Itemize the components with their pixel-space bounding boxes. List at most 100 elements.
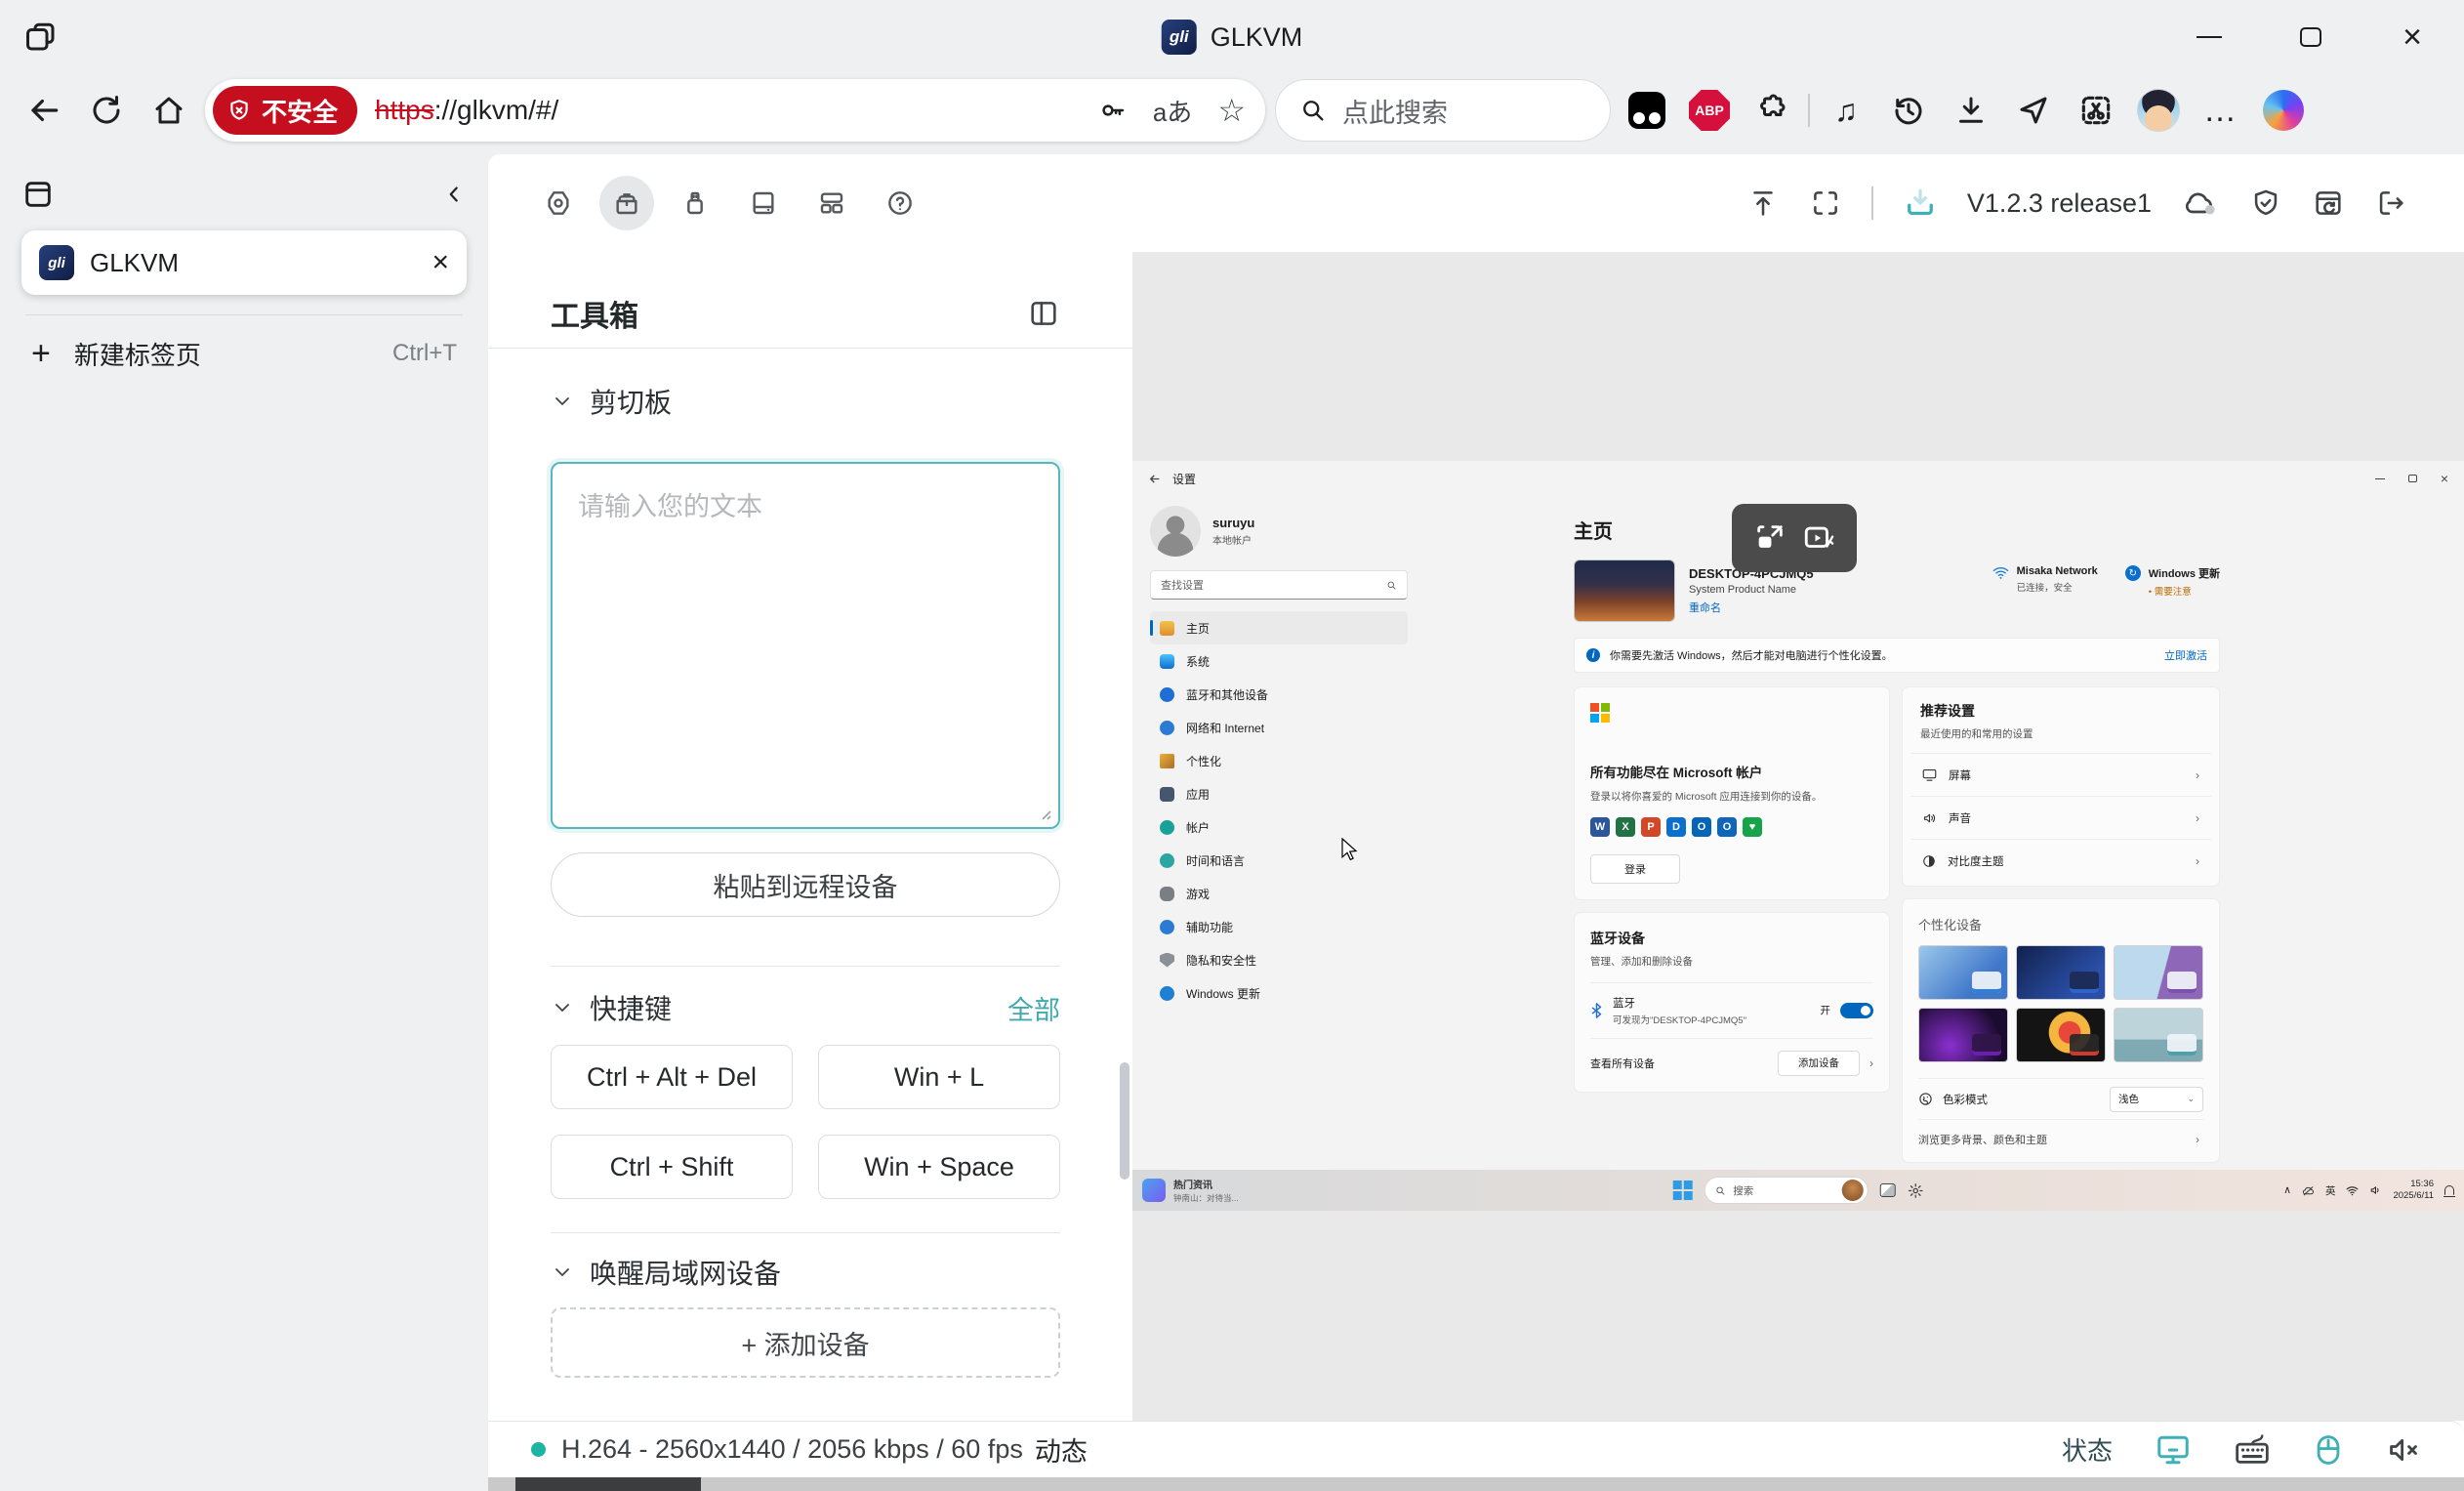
refresh-button[interactable] xyxy=(80,84,133,137)
color-mode-select[interactable]: 浅色 ⌄ xyxy=(2110,1087,2203,1112)
favorite-star-icon[interactable]: ☆ xyxy=(1217,92,1246,129)
panel-scrollbar[interactable] xyxy=(1120,1062,1129,1180)
settings-nav-personalization[interactable]: 个性化 xyxy=(1150,744,1408,777)
settings-nav-network[interactable]: 网络和 Internet xyxy=(1150,711,1408,744)
new-tab-button[interactable]: + 新建标签页 Ctrl+T xyxy=(21,323,467,384)
chevron-down-icon[interactable] xyxy=(551,996,574,1019)
wol-title[interactable]: 唤醒局域网设备 xyxy=(590,1253,781,1292)
settings-minimize-icon[interactable] xyxy=(2375,478,2385,479)
bluetooth-toggle[interactable] xyxy=(1840,1003,1873,1018)
shortcuts-title[interactable]: 快捷键 xyxy=(590,988,672,1027)
stream-mode[interactable]: 动态 xyxy=(1035,1430,1088,1469)
tab-panel-icon[interactable] xyxy=(21,178,55,211)
theme-thumb-landscape[interactable] xyxy=(2114,1008,2203,1062)
firmware-download-icon[interactable] xyxy=(1903,186,1938,221)
history-icon[interactable] xyxy=(1882,84,1935,137)
device-reboot-icon[interactable] xyxy=(2312,186,2345,220)
kvm-floating-overlay[interactable] xyxy=(1732,504,1857,572)
back-button[interactable] xyxy=(18,84,70,137)
browse-themes-row[interactable]: 浏览更多背景、颜色和主题 › xyxy=(1918,1119,2203,1158)
fullscreen-icon[interactable] xyxy=(1809,186,1842,220)
mouse-status-icon[interactable] xyxy=(2314,1433,2343,1467)
rename-link[interactable]: 重命名 xyxy=(1689,600,1814,615)
taskbar-tray[interactable]: ∧ 英 15:36 2025/6/11 xyxy=(2283,1179,2464,1202)
shortcut-ctrl-shift[interactable]: Ctrl + Shift xyxy=(551,1135,793,1199)
settings-close-icon[interactable]: × xyxy=(2441,471,2448,486)
theme-thumb-flowers[interactable] xyxy=(2114,945,2203,1000)
translate-icon[interactable]: aあ xyxy=(1153,93,1192,129)
paste-to-remote-button[interactable]: 粘贴到远程设备 xyxy=(551,852,1060,917)
clipboard-textarea[interactable]: 请输入您的文本 xyxy=(551,462,1060,829)
video-record-icon[interactable] xyxy=(1802,521,1835,555)
more-menu-icon[interactable]: … xyxy=(2195,84,2247,137)
audio-muted-icon[interactable] xyxy=(2386,1433,2421,1467)
quick-search-box[interactable]: 点此搜索 xyxy=(1275,79,1611,142)
account-row[interactable]: suruyu 本地帐户 xyxy=(1150,506,1408,557)
disk-image-icon[interactable] xyxy=(736,176,791,230)
settings-nav-accessibility[interactable]: 辅助功能 xyxy=(1150,910,1408,943)
taskbar-widget[interactable]: 热门资讯 钟南山：对待当... xyxy=(1132,1177,1239,1204)
clipboard-title[interactable]: 剪切板 xyxy=(590,382,672,421)
add-device-button[interactable]: + 添加设备 xyxy=(551,1307,1060,1378)
remote-video-frame[interactable]: 设置 × xyxy=(1132,461,2464,1211)
settings-back-icon[interactable] xyxy=(1148,473,1161,485)
settings-maximize-icon[interactable] xyxy=(2408,475,2417,482)
tab-glkvm[interactable]: gli GLKVM × xyxy=(21,230,467,295)
settings-nav-bluetooth[interactable]: 蓝牙和其他设备 xyxy=(1150,678,1408,711)
recommended-contrast-row[interactable]: 对比度主题› xyxy=(1910,839,2211,882)
start-button[interactable] xyxy=(1673,1180,1693,1200)
downloads-icon[interactable] xyxy=(1945,84,1997,137)
settings-nav-apps[interactable]: 应用 xyxy=(1150,777,1408,810)
profile-avatar[interactable] xyxy=(2132,84,2185,137)
windows-update-item[interactable]: ↻ Windows 更新 • 需要注意 xyxy=(2125,565,2220,598)
minimize-button[interactable] xyxy=(2195,22,2224,52)
theme-thumb-colorful-dark[interactable] xyxy=(2016,1008,2106,1062)
remote-screen-area[interactable]: 设置 × xyxy=(1132,252,2464,1421)
view-all-devices[interactable]: 查看所有设备 xyxy=(1590,1056,1655,1071)
extension-dark-icon[interactable] xyxy=(1621,84,1673,137)
signin-button[interactable]: 登录 xyxy=(1590,854,1680,884)
taskbar-clock[interactable]: 15:36 2025/6/11 xyxy=(2393,1179,2434,1202)
settings-nav-accounts[interactable]: 帐户 xyxy=(1150,810,1408,844)
shortcut-win-l[interactable]: Win + L xyxy=(818,1045,1060,1109)
extensions-puzzle-icon[interactable] xyxy=(1745,84,1798,137)
settings-nav-home[interactable]: 主页 xyxy=(1150,611,1408,644)
theme-thumb-purple-glow[interactable] xyxy=(1918,1008,2008,1062)
adblock-abp-icon[interactable]: ABP xyxy=(1683,84,1736,137)
security-shield-icon[interactable] xyxy=(2249,186,2282,220)
cloud-status-icon[interactable] xyxy=(2181,186,2220,221)
exit-icon[interactable] xyxy=(2374,186,2407,220)
panel-dock-icon[interactable] xyxy=(1027,297,1060,330)
toolbox-icon[interactable] xyxy=(599,176,654,230)
recommended-sound-row[interactable]: 声音› xyxy=(1910,796,2211,839)
resize-handle-icon[interactable] xyxy=(1037,806,1052,821)
copilot-icon[interactable] xyxy=(2257,84,2310,137)
remote-taskbar[interactable]: 热门资讯 钟南山：对待当... 搜索 xyxy=(1132,1170,2464,1211)
keyboard-status-icon[interactable] xyxy=(2234,1433,2271,1467)
chevron-down-icon[interactable] xyxy=(551,390,574,413)
network-status-item[interactable]: Misaka Network 已连接，安全 xyxy=(1992,565,2098,598)
theme-thumb-light-blue[interactable] xyxy=(1918,945,2008,1000)
address-bar[interactable]: 不安全 https://glkvm/#/ aあ ☆ xyxy=(205,79,1265,142)
media-music-icon[interactable]: ♫ xyxy=(1820,84,1872,137)
settings-search-box[interactable]: 查找设置 xyxy=(1150,570,1408,600)
maximize-button[interactable] xyxy=(2296,22,2325,52)
settings-nav-windows-update[interactable]: Windows 更新 xyxy=(1150,976,1408,1010)
settings-nav-system[interactable]: 系统 xyxy=(1150,644,1408,678)
shortcut-win-space[interactable]: Win + Space xyxy=(818,1135,1060,1199)
usb-icon[interactable] xyxy=(668,176,722,230)
notification-bell-icon[interactable] xyxy=(2444,1185,2454,1195)
web-capture-icon[interactable] xyxy=(2070,84,2122,137)
status-label[interactable]: 状态 xyxy=(2062,1431,2113,1468)
display-status-icon[interactable] xyxy=(2156,1433,2191,1467)
tray-chevron-up[interactable]: ∧ xyxy=(2283,1184,2291,1196)
tab-close-icon[interactable]: × xyxy=(431,246,449,279)
taskbar-search[interactable]: 搜索 xyxy=(1704,1177,1868,1204)
activate-now-link[interactable]: 立即激活 xyxy=(2164,647,2207,663)
settings-nav-gaming[interactable]: 游戏 xyxy=(1150,877,1408,910)
raise-top-icon[interactable] xyxy=(1746,186,1780,220)
layout-screens-icon[interactable] xyxy=(804,176,859,230)
workspaces-icon[interactable] xyxy=(23,20,59,55)
close-button[interactable]: × xyxy=(2398,22,2427,52)
task-view-icon[interactable] xyxy=(1879,1183,1895,1197)
